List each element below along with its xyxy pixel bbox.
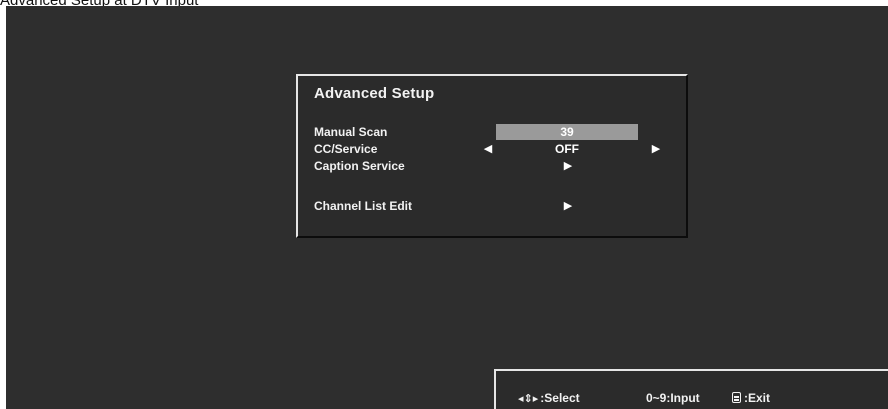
advanced-setup-menu: Advanced Setup Manual Scan 39 CC/Service…	[296, 74, 688, 238]
left-arrow-icon[interactable]: ◀	[482, 141, 494, 157]
manual-scan-label: Manual Scan	[314, 125, 388, 139]
submenu-arrow-icon[interactable]: ▶	[562, 158, 574, 174]
menu-title: Advanced Setup	[314, 85, 435, 102]
submenu-arrow-icon[interactable]: ▶	[562, 198, 574, 214]
menu-row-manual-scan[interactable]: Manual Scan 39	[298, 124, 686, 140]
tv-screen: Advanced Setup Manual Scan 39 CC/Service…	[6, 6, 888, 409]
help-input: 0~9:Input	[646, 391, 700, 405]
channel-list-edit-label: Channel List Edit	[314, 199, 413, 213]
menu-row-cc-service[interactable]: CC/Service ◀ OFF ▶	[298, 141, 686, 157]
right-arrow-icon[interactable]: ▶	[650, 141, 662, 157]
cc-service-value: OFF	[555, 142, 579, 156]
help-select: ◂⇕▸:Select	[518, 391, 580, 405]
manual-scan-value[interactable]: 39	[496, 124, 638, 140]
four-way-arrows-icon: ◂⇕▸	[518, 393, 539, 405]
help-bar: ◂⇕▸:Select 0~9:Input :Exit	[494, 369, 888, 409]
exit-icon	[732, 392, 741, 403]
cc-service-label: CC/Service	[314, 142, 378, 156]
help-exit: :Exit	[732, 390, 770, 406]
menu-row-caption-service[interactable]: Caption Service ▶	[298, 158, 686, 174]
caption-service-label: Caption Service	[314, 159, 405, 173]
menu-row-channel-list-edit[interactable]: Channel List Edit ▶	[298, 198, 686, 214]
